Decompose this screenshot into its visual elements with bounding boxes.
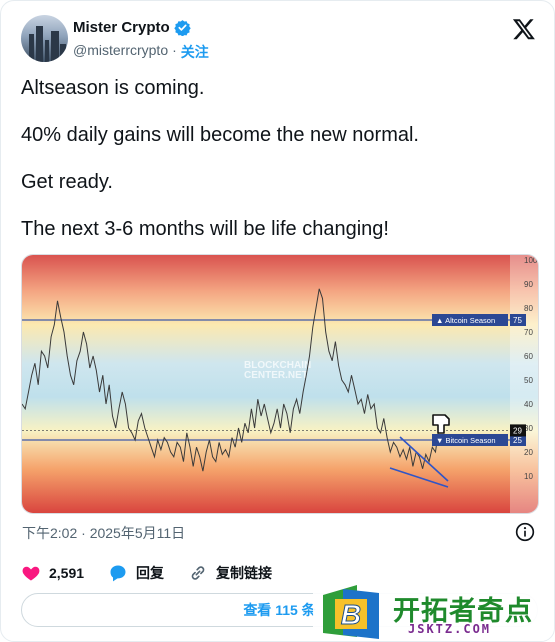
tweet-paragraph: 40% daily gains will become the new norm… [21,124,419,146]
site-url: JSKTZ.COM [408,622,492,636]
info-icon[interactable] [515,522,535,542]
altcoin-season-chart[interactable]: BLOCKCHAIN CENTER.NET 10 20 30 40 50 60 70 80 90… [21,254,539,514]
y-tick-label: 100 [524,256,538,265]
threshold-value: 25 [513,436,522,445]
chart-watermark-text: CENTER.NET [244,370,308,381]
y-tick-label: 70 [524,328,533,337]
y-tick-label: 60 [524,352,533,361]
chart-canvas: BLOCKCHAIN CENTER.NET 102030405060708090… [22,255,538,513]
current-value-label: 29 [513,426,522,435]
tweet-text: Altseason is coming. 40% daily gains wil… [21,75,534,263]
copy-link-label: 复制链接 [216,565,273,581]
threshold-value: 75 [513,316,522,325]
y-tick-label: 90 [524,280,533,289]
tweet-paragraph: Altseason is coming. [21,77,205,99]
author-handle[interactable]: @misterrcrypto [73,42,168,62]
y-tick-label: 50 [524,376,533,385]
site-watermark: B 开拓者奇点 JSKTZ.COM [313,581,554,641]
site-logo-icon: B [323,585,379,639]
like-button[interactable]: 2,591 [21,563,84,583]
verified-badge-icon [173,20,191,36]
avatar[interactable] [21,15,68,62]
author-name[interactable]: Mister Crypto [73,19,170,36]
tweet-timestamp[interactable]: 下午2:02 · 2025年5月11日 [22,523,185,543]
threshold-label: ▲ Altcoin Season [436,316,495,325]
heart-icon [22,566,40,581]
like-count: 2,591 [49,565,85,581]
x-logo-icon[interactable] [512,17,536,41]
reply-button[interactable]: 回复 [108,563,164,583]
tweet-actions: 2,591 回复 复制链接 [21,561,296,585]
reply-label: 回复 [136,565,165,581]
svg-text:B: B [341,599,361,630]
y-tick-label: 10 [524,472,533,481]
y-tick-label: 20 [524,448,533,457]
tweet-header: Mister Crypto @misterrcrypto · 关注 [21,15,536,63]
tweet-card: Mister Crypto @misterrcrypto · 关注 Altsea… [0,0,555,642]
speech-bubble-icon [110,565,126,582]
threshold-label: ▼ Bitcoin Season [436,436,496,445]
copy-link-button[interactable]: 复制链接 [188,563,272,583]
link-icon [191,566,205,580]
y-tick-label: 40 [524,400,533,409]
tweet-paragraph: The next 3-6 months will be life changin… [21,218,389,240]
follow-button[interactable]: 关注 [181,42,209,62]
handle-separator: · [172,42,177,58]
tweet-paragraph: Get ready. [21,171,113,193]
y-tick-label: 80 [524,304,533,313]
chart-background [22,255,538,513]
